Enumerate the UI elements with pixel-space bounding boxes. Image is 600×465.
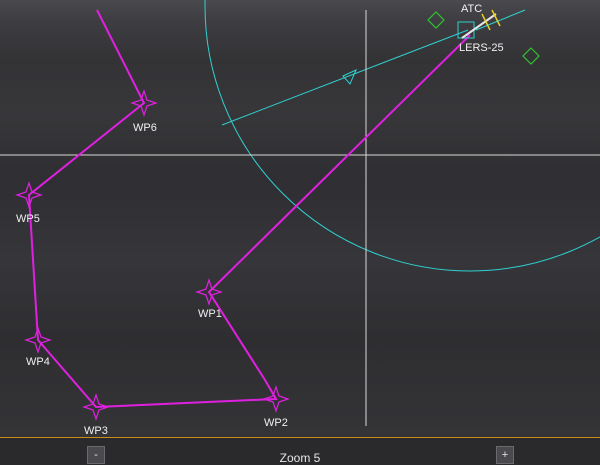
green-diamond-icon[interactable] — [522, 47, 540, 65]
airport-label: LERS-25 — [459, 42, 504, 54]
range-ring — [204, 0, 600, 272]
navigation-map[interactable]: WP6 WP5 WP4 WP3 WP2 WP1 ATC LERS-25 — [0, 0, 600, 437]
waypoint-wp2[interactable]: WP2 — [262, 385, 290, 429]
waypoint-label: WP6 — [133, 122, 157, 134]
waypoint-wp6[interactable]: WP6 — [130, 89, 158, 134]
approach-line — [475, 9, 526, 31]
zoom-in-button[interactable]: + — [496, 446, 514, 464]
waypoint-label: WP5 — [16, 213, 40, 225]
waypoint-wp3[interactable]: WP3 — [82, 393, 110, 437]
waypoint-label: WP2 — [264, 417, 288, 429]
airport-partial-label: ATC — [461, 3, 482, 15]
waypoint-label: WP3 — [84, 425, 108, 437]
flight-route — [27, 9, 471, 409]
runway-icon — [461, 13, 497, 39]
zoom-toolbar: - Zoom 5 + — [0, 437, 600, 465]
map-canvas[interactable]: WP6 WP5 WP4 WP3 WP2 WP1 ATC LERS-25 — [0, 0, 600, 437]
bearing-line — [221, 29, 469, 126]
green-diamond-icon[interactable] — [427, 11, 445, 29]
airport-lers[interactable]: ATC LERS-25 — [457, 3, 526, 54]
ils-marker-icon — [491, 9, 501, 27]
waypoint-wp1[interactable]: WP1 — [195, 278, 223, 320]
waypoint-label: WP4 — [26, 356, 50, 368]
waypoint-label: WP1 — [198, 308, 222, 320]
